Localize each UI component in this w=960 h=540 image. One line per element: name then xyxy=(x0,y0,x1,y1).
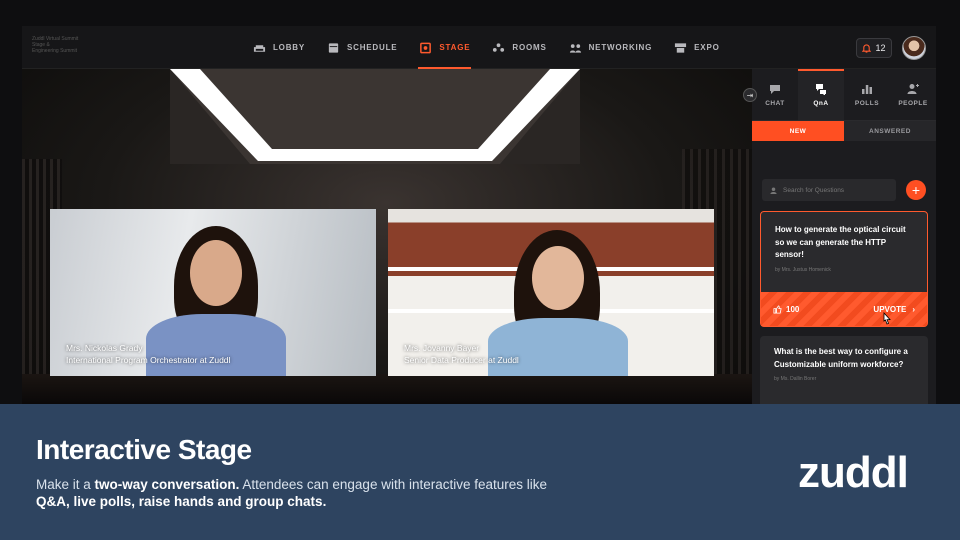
nav-expo[interactable]: EXPO xyxy=(663,26,730,69)
qna-icon xyxy=(816,83,826,95)
question-text: How to generate the optical circuit so w… xyxy=(775,225,906,259)
nav-rooms-label: ROOMS xyxy=(512,43,547,52)
feature-description: Make it a two-way conversation. Attendee… xyxy=(36,476,556,510)
desc-part-4: Q&A, live polls, raise hands and group c… xyxy=(36,494,327,509)
mouse-pointer-icon xyxy=(883,312,891,325)
feature-banner: Interactive Stage Make it a two-way conv… xyxy=(0,404,960,540)
add-question-button[interactable]: + xyxy=(906,180,926,200)
question-author: by Ms. Dallin Borer xyxy=(774,376,817,382)
tab-qna-label: QnA xyxy=(813,99,829,107)
question-search-row: Search for Questions + xyxy=(762,179,928,201)
nav-rooms[interactable]: ROOMS xyxy=(481,26,557,69)
chat-icon xyxy=(770,84,780,94)
expo-icon xyxy=(675,42,687,53)
event-app-window: Zuddl Virtual Summit Stage & Engineering… xyxy=(22,26,936,404)
notification-count: 12 xyxy=(875,43,886,53)
nav-expo-label: EXPO xyxy=(694,43,720,52)
search-placeholder: Search for Questions xyxy=(783,186,845,194)
speaker-caption: Mrs. Jovanny Bayer Senior Data Producer … xyxy=(404,342,519,366)
brand-line-3: Engineering Summit xyxy=(32,48,78,54)
question-author: by Mrs. Justus Homenick xyxy=(775,266,831,273)
nav-networking[interactable]: NETWORKING xyxy=(558,26,664,69)
side-panel: CHAT QnA POLLS PEOPLE NEW ANSWERED Searc… xyxy=(752,69,936,404)
nav-stage-label: STAGE xyxy=(439,43,471,52)
tab-qna[interactable]: QnA xyxy=(798,69,844,120)
person-search-icon xyxy=(770,186,777,194)
event-brand[interactable]: Zuddl Virtual Summit Stage & Engineering… xyxy=(32,36,92,54)
upvote-button[interactable]: UPVOTE › xyxy=(873,305,915,314)
nav-networking-label: NETWORKING xyxy=(588,43,653,52)
networking-icon xyxy=(569,43,581,53)
people-icon xyxy=(907,83,919,94)
tab-people[interactable]: PEOPLE xyxy=(890,69,936,120)
desc-part-3: Attendees can engage with interactive fe… xyxy=(239,477,548,492)
question-text: What is the best way to configure a Cust… xyxy=(774,347,908,369)
feature-title: Interactive Stage xyxy=(36,434,252,465)
upvote-bar[interactable]: 100 UPVOTE › xyxy=(761,292,927,326)
zuddl-logo: zuddl xyxy=(798,448,909,497)
tab-chat-label: CHAT xyxy=(765,99,785,107)
nav-lobby[interactable]: LOBBY xyxy=(242,26,316,69)
stage-floor xyxy=(22,374,752,404)
desc-part-1: Make it a xyxy=(36,477,95,492)
ceiling-light xyxy=(170,69,580,164)
question-search-input[interactable]: Search for Questions xyxy=(762,179,896,201)
speaker-title: Senior Data Producer at Zuddl xyxy=(404,355,519,365)
speaker-name: Mrs. Jovanny Bayer xyxy=(404,343,480,353)
question-card[interactable]: How to generate the optical circuit so w… xyxy=(760,211,928,327)
nav-schedule-label: SCHEDULE xyxy=(347,43,398,52)
virtual-stage: Mrs. Nickolas Grady International Progra… xyxy=(22,69,752,404)
sofa-icon xyxy=(253,44,266,52)
tab-chat[interactable]: CHAT xyxy=(752,69,798,120)
nav-schedule[interactable]: SCHEDULE xyxy=(316,26,408,69)
speaker-caption: Mrs. Nickolas Grady International Progra… xyxy=(66,342,230,366)
top-navigation-bar: Zuddl Virtual Summit Stage & Engineering… xyxy=(22,26,936,69)
collapse-panel-button[interactable]: ⇥ xyxy=(743,88,757,102)
stage-icon xyxy=(420,42,432,53)
notifications-button[interactable]: 12 xyxy=(856,38,892,58)
upvote-count: 100 xyxy=(786,304,800,314)
tab-people-label: PEOPLE xyxy=(898,99,928,107)
tab-polls-label: POLLS xyxy=(854,99,880,107)
desc-part-2: two-way conversation. xyxy=(94,477,240,492)
rooms-icon xyxy=(493,42,505,52)
speaker-title: International Program Orchestrator at Zu… xyxy=(66,355,231,365)
speaker-video-tile[interactable]: Mrs. Nickolas Grady International Progra… xyxy=(50,209,376,376)
plus-icon: + xyxy=(911,182,921,198)
subtab-new[interactable]: NEW xyxy=(752,121,844,141)
subtab-answered[interactable]: ANSWERED xyxy=(844,121,936,141)
main-nav: LOBBY SCHEDULE STAGE ROOMS NETWORKING EX… xyxy=(242,26,731,69)
panel-tabs: CHAT QnA POLLS PEOPLE xyxy=(752,69,936,121)
calendar-icon xyxy=(328,42,339,53)
polls-icon xyxy=(862,84,872,94)
nav-lobby-label: LOBBY xyxy=(273,43,305,52)
speaker-name: Mrs. Nickolas Grady xyxy=(66,343,143,353)
tab-polls[interactable]: POLLS xyxy=(844,69,890,120)
user-avatar[interactable] xyxy=(902,36,926,60)
qna-subtabs: NEW ANSWERED xyxy=(752,121,936,141)
chevron-right-icon: › xyxy=(912,304,915,314)
speaker-video-tile[interactable]: Mrs. Jovanny Bayer Senior Data Producer … xyxy=(388,209,714,376)
thumbs-up-icon xyxy=(773,304,782,314)
nav-stage[interactable]: STAGE xyxy=(408,26,481,69)
upvote-count-group: 100 xyxy=(773,305,799,314)
collapse-arrow-icon: ⇥ xyxy=(746,90,754,100)
question-card[interactable]: What is the best way to configure a Cust… xyxy=(760,336,928,404)
bell-icon xyxy=(862,43,872,53)
